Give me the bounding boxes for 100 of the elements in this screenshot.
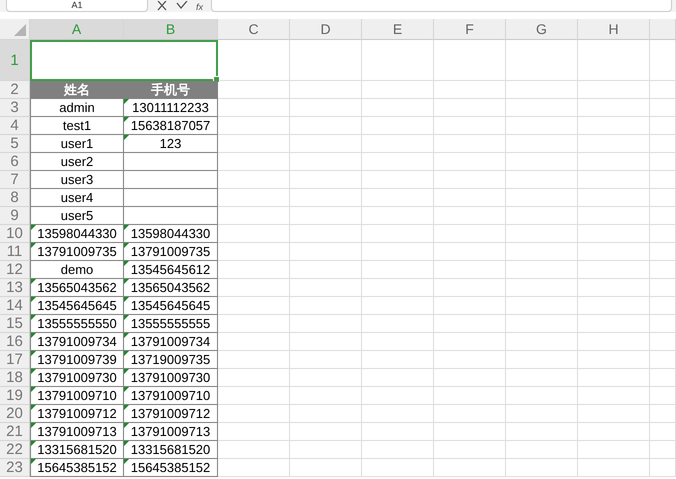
table-cell: 13791009712 <box>124 405 218 423</box>
empty-cell <box>506 135 578 153</box>
empty-cell <box>290 243 362 261</box>
error-indicator-icon <box>31 315 36 320</box>
row-header[interactable]: 23 <box>0 459 30 477</box>
empty-cell <box>434 81 506 99</box>
error-indicator-icon <box>31 333 36 338</box>
column-header[interactable]: D <box>290 19 362 40</box>
row-header[interactable]: 16 <box>0 333 30 351</box>
row-header[interactable]: 9 <box>0 207 30 225</box>
empty-cell <box>650 441 676 459</box>
error-indicator-icon <box>124 279 129 284</box>
function-label[interactable]: fx <box>196 2 204 12</box>
empty-cell <box>362 153 434 171</box>
empty-cell <box>578 279 650 297</box>
empty-cell <box>650 333 676 351</box>
row-header[interactable]: 17 <box>0 351 30 369</box>
formula-field[interactable] <box>211 0 672 12</box>
empty-cell <box>434 40 506 81</box>
select-all-corner[interactable] <box>0 19 30 40</box>
error-indicator-icon <box>124 369 129 374</box>
name-box[interactable]: A1 <box>6 0 148 12</box>
row-header[interactable]: 5 <box>0 135 30 153</box>
empty-cell <box>506 315 578 333</box>
empty-cell <box>290 171 362 189</box>
error-indicator-icon <box>124 225 129 230</box>
table-cell: 13598044330 <box>30 225 124 243</box>
empty-cell <box>578 333 650 351</box>
row-header[interactable]: 13 <box>0 279 30 297</box>
row-header[interactable]: 7 <box>0 171 30 189</box>
empty-cell <box>290 189 362 207</box>
empty-cell <box>290 40 362 81</box>
empty-cell <box>578 135 650 153</box>
column-header[interactable]: F <box>434 19 506 40</box>
empty-cell <box>434 117 506 135</box>
empty-cell <box>218 279 290 297</box>
row-header[interactable]: 18 <box>0 369 30 387</box>
column-header[interactable]: C <box>218 19 290 40</box>
empty-cell <box>218 207 290 225</box>
row-header[interactable]: 14 <box>0 297 30 315</box>
empty-cell <box>290 369 362 387</box>
empty-cell <box>650 387 676 405</box>
empty-cell <box>434 459 506 477</box>
table-cell: 13315681520 <box>124 441 218 459</box>
row-header[interactable]: 20 <box>0 405 30 423</box>
row-header[interactable]: 12 <box>0 261 30 279</box>
column-header[interactable]: G <box>506 19 578 40</box>
row-header[interactable]: 19 <box>0 387 30 405</box>
empty-cell <box>218 423 290 441</box>
row-header[interactable]: 21 <box>0 423 30 441</box>
column-header[interactable]: B <box>124 19 218 40</box>
empty-cell <box>290 315 362 333</box>
empty-cell <box>578 297 650 315</box>
empty-cell <box>290 405 362 423</box>
column-header[interactable]: A <box>30 19 124 40</box>
merged-cell[interactable] <box>30 40 218 81</box>
empty-cell <box>218 189 290 207</box>
row-header[interactable]: 10 <box>0 225 30 243</box>
empty-cell <box>650 117 676 135</box>
table-cell: 13791009712 <box>30 405 124 423</box>
empty-cell <box>434 225 506 243</box>
row-header[interactable]: 22 <box>0 441 30 459</box>
error-indicator-icon <box>124 297 129 302</box>
cancel-icon[interactable] <box>156 1 168 11</box>
row-header[interactable]: 3 <box>0 99 30 117</box>
empty-cell <box>434 153 506 171</box>
table-cell: user3 <box>30 171 124 189</box>
empty-cell <box>218 405 290 423</box>
empty-cell <box>578 99 650 117</box>
empty-cell <box>578 369 650 387</box>
empty-cell <box>506 171 578 189</box>
empty-cell <box>434 297 506 315</box>
empty-cell <box>578 117 650 135</box>
empty-cell <box>362 225 434 243</box>
column-header[interactable]: E <box>362 19 434 40</box>
error-indicator-icon <box>31 387 36 392</box>
empty-cell <box>578 459 650 477</box>
table-cell: 13791009710 <box>124 387 218 405</box>
column-header[interactable]: H <box>578 19 650 40</box>
check-icon[interactable] <box>176 1 188 11</box>
empty-cell <box>650 297 676 315</box>
empty-cell <box>434 99 506 117</box>
empty-cell <box>362 261 434 279</box>
error-indicator-icon <box>124 405 129 410</box>
empty-cell <box>578 153 650 171</box>
row-header[interactable]: 11 <box>0 243 30 261</box>
empty-cell <box>290 153 362 171</box>
row-header[interactable]: 4 <box>0 117 30 135</box>
row-header[interactable]: 1 <box>0 40 30 81</box>
table-cell: 13791009730 <box>124 369 218 387</box>
empty-cell <box>218 351 290 369</box>
row-header[interactable]: 6 <box>0 153 30 171</box>
empty-cell <box>506 225 578 243</box>
empty-cell <box>650 153 676 171</box>
row-header[interactable]: 2 <box>0 81 30 99</box>
row-header[interactable]: 8 <box>0 189 30 207</box>
empty-cell <box>218 135 290 153</box>
empty-cell <box>578 171 650 189</box>
row-header[interactable]: 15 <box>0 315 30 333</box>
empty-cell <box>434 189 506 207</box>
